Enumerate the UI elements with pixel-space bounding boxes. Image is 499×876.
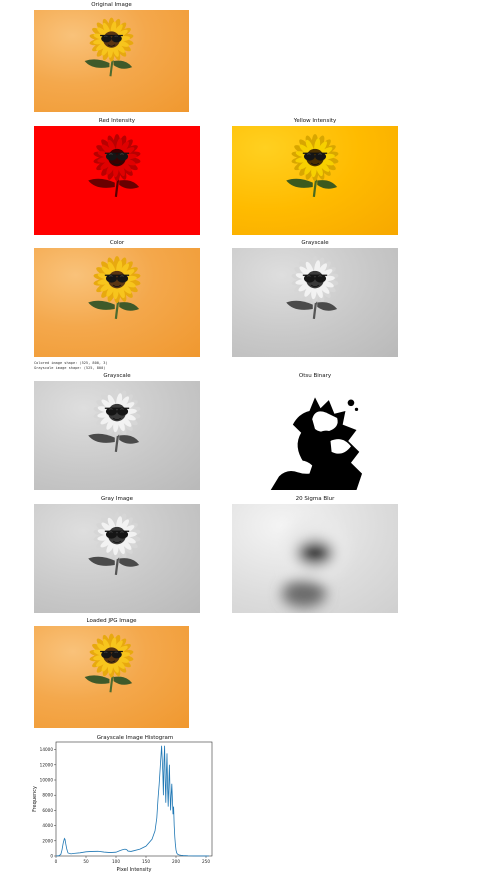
x-tick-label: 200	[172, 859, 180, 864]
loaded-jpg-image	[34, 626, 189, 728]
y-tick-label: 10000	[40, 778, 54, 783]
grayscale-histogram-chart: Grayscale Image Histogram 02000400060008…	[32, 735, 213, 873]
histogram-line	[55, 745, 210, 857]
gray-image	[34, 504, 200, 613]
y-axis-label: Frequency	[32, 786, 38, 812]
color-image	[34, 248, 200, 357]
console-output: Colored image shape: (525, 800, 3) Graysc…	[34, 361, 108, 370]
y-tick-label: 6000	[42, 808, 53, 813]
x-tick-label: 0	[55, 859, 58, 864]
plot-frame	[55, 741, 213, 857]
y-tick-label: 0	[50, 854, 53, 859]
panel-title-grayscale-2: Grayscale	[103, 373, 131, 379]
panel-title-color: Color	[109, 240, 125, 246]
grayscale-image-1	[232, 248, 398, 357]
x-axis-ticks: 0 50 100 150 200 250	[55, 856, 210, 864]
panel-title-yellow: Yellow Intensity	[293, 118, 337, 124]
panel-title-original: Original Image	[91, 2, 132, 8]
red-intensity-image	[34, 126, 200, 235]
x-tick-label: 150	[142, 859, 150, 864]
x-axis-label: Pixel Intensity	[117, 867, 152, 873]
chart-title: Grayscale Image Histogram	[97, 735, 174, 741]
sigma-blur-image	[232, 504, 398, 613]
y-tick-label: 4000	[42, 823, 53, 828]
y-tick-label: 8000	[42, 793, 53, 798]
x-tick-label: 250	[202, 859, 210, 864]
panel-title-blur: 20 Sigma Blur	[295, 496, 335, 502]
x-tick-label: 50	[83, 859, 89, 864]
panel-title-otsu: Otsu Binary	[298, 373, 332, 379]
original-image	[34, 10, 189, 112]
console-line-grayscale-shape: Grayscale image shape: (525, 800)	[34, 365, 106, 370]
y-axis-ticks: 0 2000 4000 6000 8000 10000 12000 14000	[40, 747, 56, 859]
panel-title-gray-image: Gray Image	[100, 496, 134, 502]
otsu-binary-image	[232, 381, 398, 490]
y-tick-label: 2000	[42, 838, 53, 843]
y-tick-label: 14000	[40, 747, 54, 752]
panel-title-grayscale-1: Grayscale	[301, 240, 329, 246]
panel-title-red: Red Intensity	[98, 118, 136, 124]
grayscale-image-2	[34, 381, 200, 490]
x-tick-label: 100	[112, 859, 120, 864]
yellow-intensity-image	[232, 126, 398, 235]
panel-title-loaded: Loaded JPG Image	[86, 618, 137, 624]
console-line-colored-shape: Colored image shape: (525, 800, 3)	[34, 361, 108, 365]
y-tick-label: 12000	[40, 762, 54, 767]
